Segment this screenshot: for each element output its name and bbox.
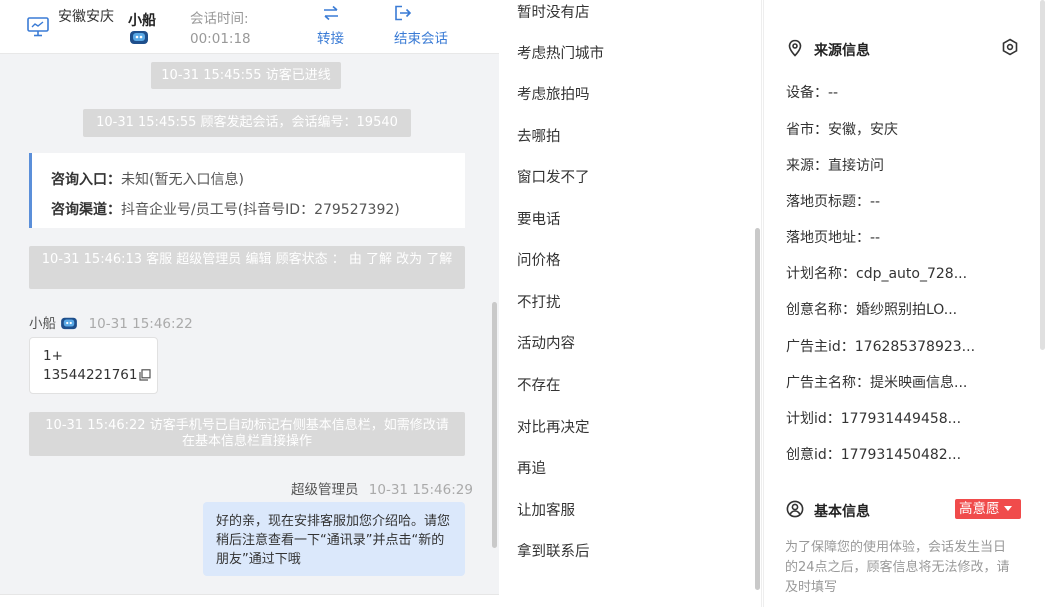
quick-reply-panel: 暂时没有店 考虑热门城市 考虑旅拍吗 去哪拍 窗口发不了 要电话 问价格 不打扰…: [499, 0, 762, 607]
system-message: 10-31 15:46:22 访客手机号已自动标记右侧基本信息栏，如需修改请在基…: [29, 412, 465, 456]
quick-reply-scrollbar[interactable]: [755, 228, 760, 590]
field-province: 省市：安徽，安庆: [786, 122, 898, 138]
message-text: 1+: [43, 348, 63, 364]
field-device: 设备：--: [786, 85, 839, 101]
visitor-name: 小船: [128, 13, 156, 29]
end-session-label: 结束会话: [394, 31, 448, 47]
quick-reply-item[interactable]: 窗口发不了: [517, 166, 590, 187]
douyin-avatar-icon: [130, 31, 148, 44]
basic-info-title: 基本信息: [814, 504, 870, 520]
field-landing-title: 落地页标题：--: [786, 194, 881, 210]
consult-channel-value: 抖音企业号/员工号(抖音号ID：279527392): [121, 202, 400, 218]
message-meta: 超级管理员 10-31 15:46:29: [291, 478, 473, 498]
field-creative-name: 创意名称：婚纱照别拍LO...: [786, 302, 958, 318]
caret-down-icon: [1003, 506, 1012, 511]
end-session-button[interactable]: 结束会话: [394, 5, 448, 47]
quick-reply-item[interactable]: 活动内容: [517, 332, 575, 353]
douyin-avatar-icon: [61, 317, 78, 330]
field-advertiser-id: 广告主id：176285378923...: [786, 339, 976, 355]
intent-level-select[interactable]: 高意愿: [955, 499, 1021, 519]
system-message: 10-31 15:46:13 客服 超级管理员 编辑 顾客状态 ： 由 了解 改…: [29, 246, 465, 289]
logout-icon: [395, 5, 412, 21]
monitor-icon: [27, 17, 49, 37]
transfer-label: 转接: [317, 31, 344, 47]
quick-reply-item[interactable]: 考虑旅拍吗: [517, 83, 590, 104]
info-panel: 来源信息 设备：-- 省市：安徽，安庆 来源：直接访问 落地页标题：-- 落地页…: [763, 0, 1045, 607]
message-meta: 小船 10-31 15:46:22: [29, 312, 193, 332]
system-message: 10-31 15:45:55 顾客发起会话，会话编号：19540: [83, 109, 411, 137]
quick-reply-item[interactable]: 要电话: [517, 208, 561, 229]
consult-entry-row: 咨询入口：未知(暂无入口信息): [51, 165, 465, 195]
chat-header: 安徽安庆 小船 会话时间: 00:01:18 转接 结束会话: [0, 0, 499, 54]
field-landing-url: 落地页地址：--: [786, 230, 881, 246]
message-sender: 超级管理员: [291, 482, 359, 498]
quick-reply-item[interactable]: 去哪拍: [517, 125, 561, 146]
quick-reply-item[interactable]: 暂时没有店: [517, 1, 590, 22]
transfer-button[interactable]: 转接: [317, 5, 344, 47]
consult-channel-label: 咨询渠道：: [51, 202, 121, 218]
field-creative-id: 创意id：177931450482...: [786, 447, 962, 463]
field-plan-name: 计划名称：cdp_auto_728...: [786, 266, 968, 282]
info-scrollbar[interactable]: [1040, 0, 1045, 350]
chat-scrollbar[interactable]: [492, 302, 497, 548]
system-message: 10-31 15:45:55 访客已进线: [151, 62, 341, 89]
quick-reply-item[interactable]: 再追: [517, 457, 546, 478]
agent-message-bubble: 好的亲，现在安排客服加您介绍哈。请您稍后注意查看一下“通讯录”并点击“新的朋友”…: [203, 502, 465, 576]
quick-reply-item[interactable]: 不打扰: [517, 291, 561, 312]
field-advertiser-name: 广告主名称：提米映画信息...: [786, 375, 968, 391]
app-root: 安徽安庆 小船 会话时间: 00:01:18 转接 结束会话 10-31 15:…: [0, 0, 1045, 607]
visitor-message-bubble: 1+ 13544221761: [29, 337, 158, 394]
field-source: 来源：直接访问: [786, 158, 884, 174]
consult-entry-value: 未知(暂无入口信息): [121, 172, 244, 188]
phone-number: 13544221761: [43, 367, 138, 383]
intent-level-value: 高意愿: [959, 501, 1000, 517]
quick-reply-item[interactable]: 不存在: [517, 374, 561, 395]
quick-reply-item[interactable]: 考虑热门城市: [517, 42, 604, 63]
quick-reply-item[interactable]: 问价格: [517, 249, 561, 270]
location-pin-icon: [788, 39, 802, 57]
message-sender: 小船: [29, 316, 56, 332]
copy-icon[interactable]: [139, 369, 152, 381]
settings-icon[interactable]: [1001, 38, 1019, 56]
chat-panel: 安徽安庆 小船 会话时间: 00:01:18 转接 结束会话 10-31 15:…: [0, 0, 499, 607]
message-time: 10-31 15:46:22: [88, 316, 193, 332]
visitor-location: 安徽安庆: [58, 9, 114, 25]
consult-info-card: 咨询入口：未知(暂无入口信息) 咨询渠道：抖音企业号/员工号(抖音号ID：279…: [29, 153, 465, 228]
transfer-icon: [323, 5, 338, 21]
consult-channel-row: 咨询渠道：抖音企业号/员工号(抖音号ID：279527392): [51, 195, 465, 225]
quick-reply-item[interactable]: 对比再决定: [517, 416, 590, 437]
quick-reply-item[interactable]: 拿到联系后: [517, 540, 590, 561]
quick-reply-item[interactable]: 让加客服: [517, 499, 575, 520]
session-time-value: 00:01:18: [190, 31, 251, 47]
message-time: 10-31 15:46:29: [368, 482, 473, 498]
chat-input-toolbar: [0, 594, 499, 607]
source-info-title: 来源信息: [814, 43, 870, 59]
user-icon: [786, 500, 804, 518]
consult-entry-label: 咨询入口：: [51, 172, 121, 188]
session-time-label: 会话时间:: [190, 11, 249, 27]
basic-info-note: 为了保障您的使用体验，会话发生当日的24点之后，顾客信息将无法修改，请及时填写: [785, 540, 1010, 595]
field-plan-id: 计划id：177931449458...: [786, 411, 962, 427]
